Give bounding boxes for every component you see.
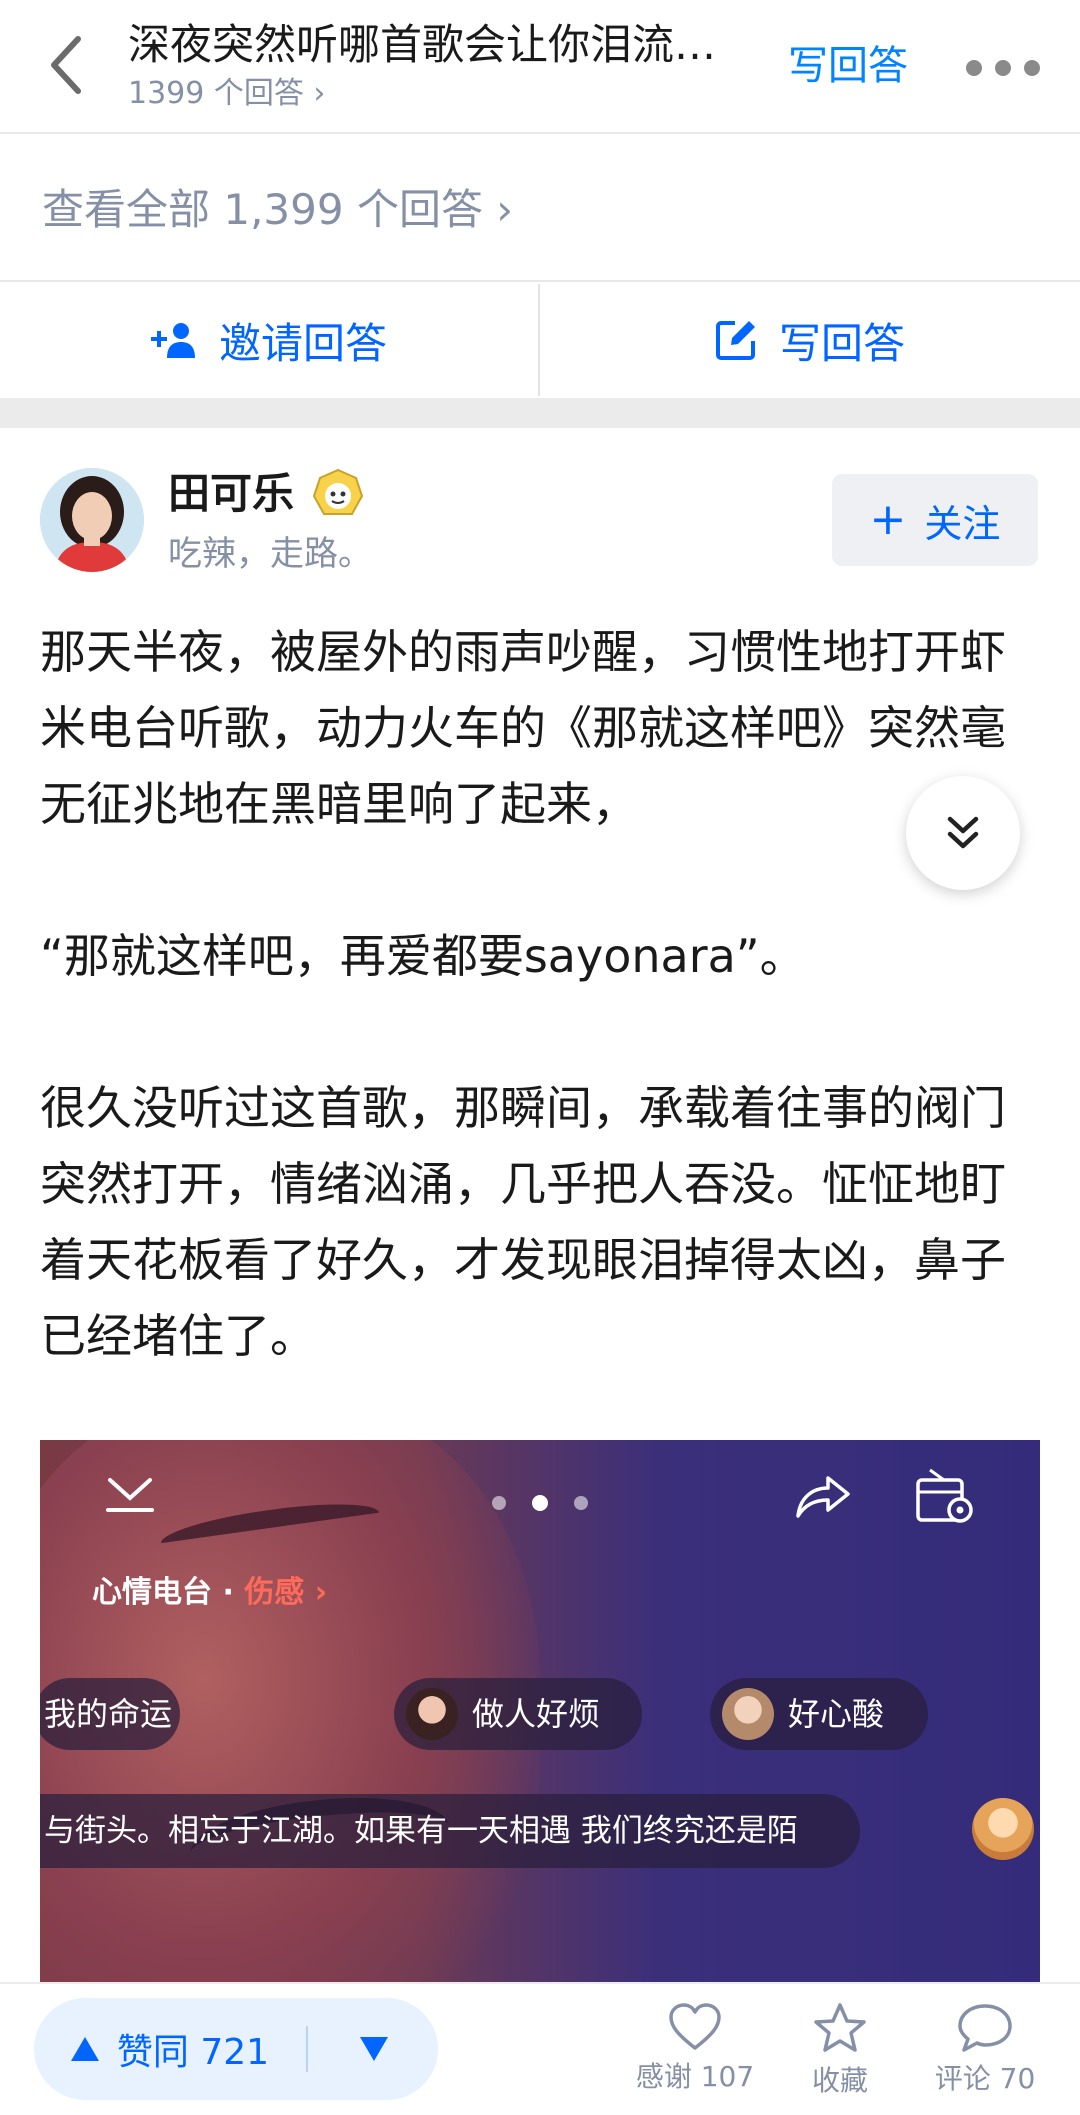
mood-radio-tag: 伤感 ›: [244, 1575, 328, 1610]
author-name[interactable]: 田可乐: [168, 466, 294, 522]
downvote-button[interactable]: [310, 1998, 438, 2100]
invite-answer-button[interactable]: 邀请回答: [0, 282, 538, 398]
favorite-button[interactable]: 收藏: [775, 2002, 905, 2112]
view-all-answers-row[interactable]: 查看全部 1,399 个回答 ›: [0, 136, 1080, 282]
more-dot-icon: [995, 60, 1011, 76]
upvote-label: 赞同 721: [116, 2032, 270, 2073]
answer-content: 那天半夜，被屋外的雨声吵醒，习惯性地打开虾米电台听歌，动力火车的《那就这样吧》突…: [40, 614, 1044, 1374]
share-icon: [796, 1476, 850, 1518]
answer-paragraph: 很久没听过这首歌，那瞬间，承载着往事的阀门突然打开，情绪汹涌，几乎把人吞没。怔怔…: [40, 1081, 1006, 1363]
author-bio: 吃辣，走路。: [168, 534, 372, 574]
view-all-answers-link[interactable]: 查看全部 1,399 个回答 ›: [42, 182, 513, 238]
page-indicator: [492, 1495, 588, 1511]
back-button[interactable]: [36, 30, 96, 100]
invite-answer-label: 邀请回答: [218, 318, 387, 368]
section-separator: [0, 398, 1080, 428]
comment-pill: 做人好烦: [394, 1678, 642, 1750]
edit-icon: [715, 321, 755, 360]
thanks-label: 感谢 107: [635, 2060, 755, 2093]
follow-button[interactable]: + 关注: [832, 474, 1038, 566]
answer-image[interactable]: 心情电台 · 伤感 › 我的命运 做人好烦 好心酸 与街头。相忘于江湖。如果有一…: [40, 1440, 1040, 1982]
plus-icon: +: [869, 494, 907, 545]
more-dot-icon: [1024, 60, 1040, 76]
comment-avatar: [406, 1688, 458, 1740]
mood-radio-title: 心情电台 ·: [92, 1575, 245, 1610]
bottom-action-bar: 赞同 721 感谢 107 收藏 评论 70: [0, 1982, 1080, 2115]
answer-actions-row: 邀请回答 写回答: [0, 282, 1080, 398]
comment-label: 评论 70: [934, 2062, 1036, 2095]
write-answer-top-button[interactable]: 写回答: [788, 38, 908, 94]
more-options-button[interactable]: [966, 40, 1040, 96]
collapse-down-icon: [106, 1478, 154, 1512]
chevron-left-icon: [51, 36, 81, 94]
write-answer-button[interactable]: 写回答: [540, 282, 1080, 398]
vote-control: 赞同 721: [34, 1998, 438, 2100]
answer-paragraph: “那就这样吧，再爱都要sayonara”。: [40, 929, 806, 983]
comment-pill: 我的命运: [40, 1678, 180, 1750]
comment-pill: 好心酸: [710, 1678, 928, 1750]
scroll-next-button[interactable]: [906, 776, 1020, 890]
mood-radio-label: 心情电台 · 伤感 ›: [92, 1572, 327, 1614]
avatar-image: [40, 468, 144, 572]
comment-pill-text: 我的命运: [44, 1695, 173, 1733]
vote-divider: [306, 2026, 308, 2072]
triangle-up-icon: [70, 2037, 99, 2061]
triangle-down-icon: [360, 2037, 388, 2061]
favorite-label: 收藏: [811, 2064, 868, 2097]
top-nav-bar: 深夜突然听哪首歌会让你泪流… 1399 个回答 › 写回答: [0, 0, 1080, 134]
page-dot: [492, 1496, 506, 1510]
page-dot-active: [532, 1495, 548, 1511]
comment-avatar: [722, 1688, 774, 1740]
more-dot-icon: [966, 60, 982, 76]
follow-label: 关注: [924, 501, 1001, 546]
author-badge-icon: [312, 468, 364, 520]
write-answer-label: 写回答: [778, 318, 905, 368]
answer-paragraph: 那天半夜，被屋外的雨声吵醒，习惯性地打开虾米电台听歌，动力火车的《那就这样吧》突…: [40, 625, 1006, 831]
add-user-icon: [150, 323, 195, 358]
question-title[interactable]: 深夜突然听哪首歌会让你泪流…: [128, 14, 748, 76]
radio-settings-icon: [916, 1468, 973, 1523]
comment-pill-text: 做人好烦: [472, 1695, 601, 1733]
author-avatar[interactable]: [40, 468, 144, 572]
upvote-button[interactable]: 赞同 721: [34, 1998, 304, 2100]
lyric-avatar: [972, 1798, 1034, 1860]
answer-count-link[interactable]: 1399 个回答 ›: [128, 72, 325, 116]
comment-bubble-icon: [958, 2004, 1012, 2052]
comment-button[interactable]: 评论 70: [920, 2002, 1050, 2112]
star-icon: [814, 2003, 866, 2052]
lyric-bubble: 与街头。相忘于江湖。如果有一天相遇 我们终究还是陌: [40, 1794, 860, 1868]
comment-pill-text: 好心酸: [788, 1695, 885, 1733]
page-dot: [574, 1496, 588, 1510]
thanks-button[interactable]: 感谢 107: [630, 2002, 760, 2112]
heart-icon: [669, 2003, 721, 2050]
double-chevron-down-icon: [947, 816, 979, 849]
